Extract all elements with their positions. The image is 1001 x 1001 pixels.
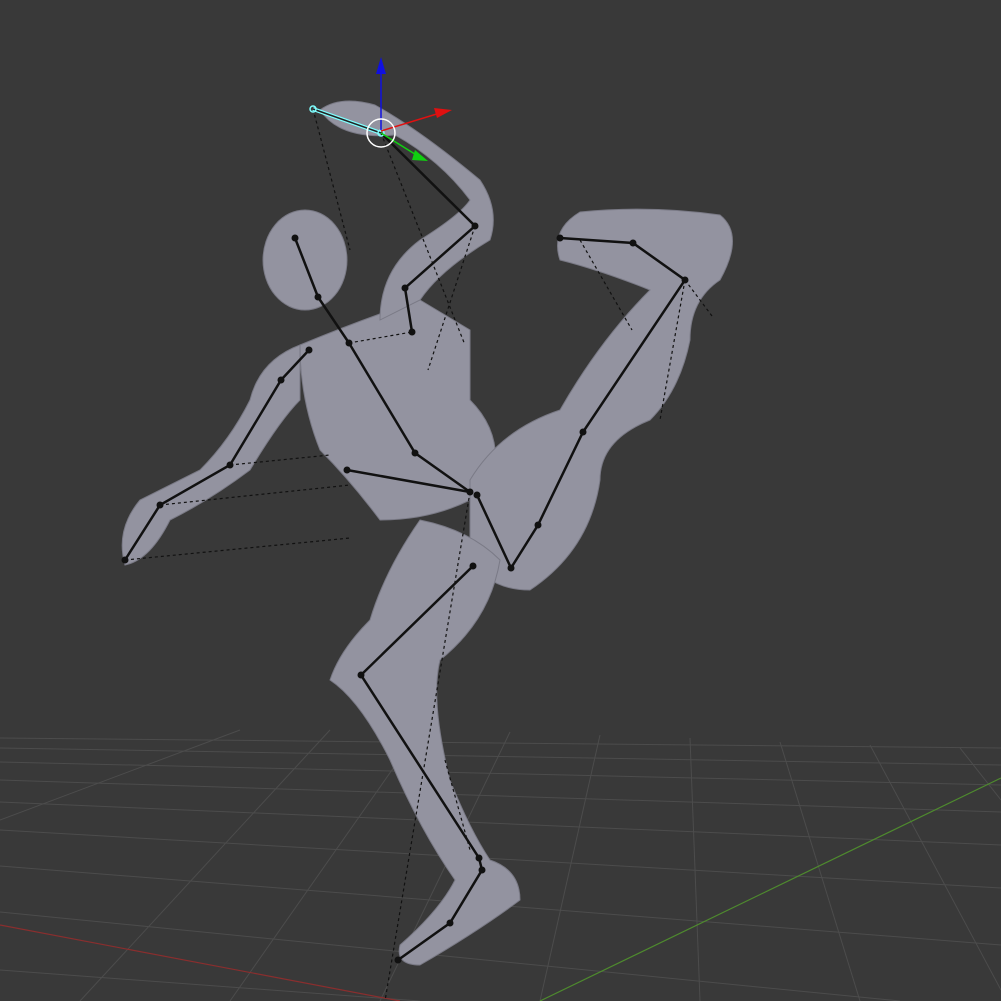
x-axis-line <box>0 924 401 1001</box>
viewport-canvas[interactable] <box>0 0 1001 1001</box>
3d-viewport[interactable] <box>0 0 1001 1001</box>
y-axis-line <box>539 777 1001 1001</box>
character-mesh[interactable] <box>121 100 733 966</box>
x-arrow-icon[interactable] <box>434 108 452 118</box>
z-arrow-icon[interactable] <box>376 57 386 74</box>
left-arm[interactable] <box>121 344 301 566</box>
raised-leg[interactable] <box>469 208 733 591</box>
head[interactable] <box>262 209 348 311</box>
